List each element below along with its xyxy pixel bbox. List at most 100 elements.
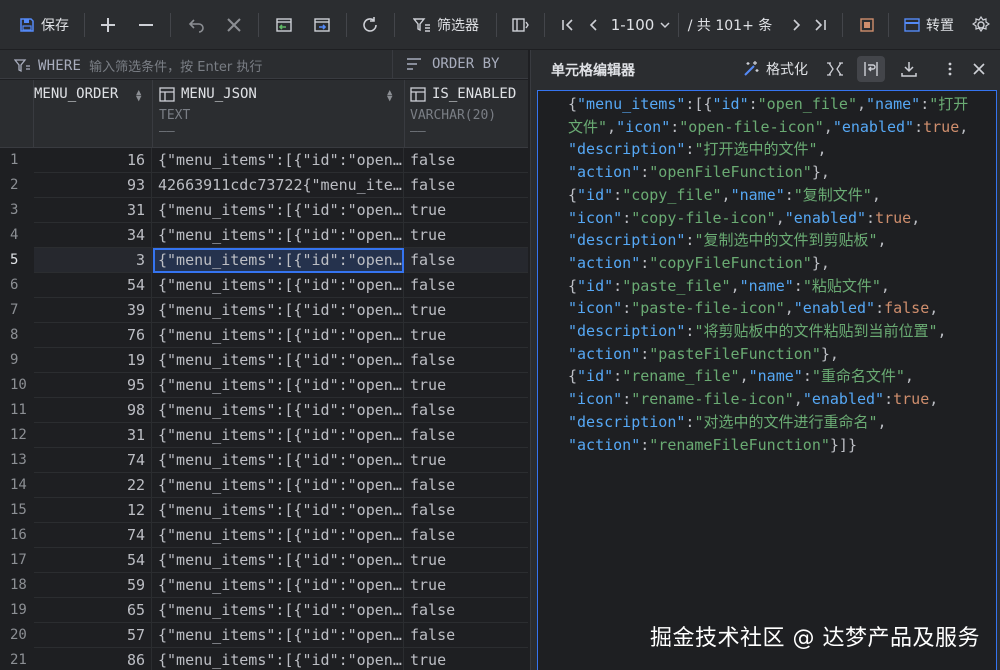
cell-menu-order[interactable]: 54 xyxy=(34,548,152,573)
import-button[interactable] xyxy=(272,0,296,50)
row-number[interactable]: 10 xyxy=(0,373,34,398)
filter-button[interactable]: 筛选器 xyxy=(408,0,484,50)
row-number[interactable]: 8 xyxy=(0,323,34,348)
cell-menu-order[interactable]: 34 xyxy=(34,223,152,248)
add-row-button[interactable] xyxy=(96,0,120,50)
download-button[interactable] xyxy=(897,56,921,82)
page-range-dropdown[interactable]: 1-100 xyxy=(608,0,674,50)
cell-menu-order[interactable]: 86 xyxy=(34,648,152,670)
export-button[interactable] xyxy=(310,0,334,50)
cell-is-enabled[interactable]: true xyxy=(405,448,528,473)
row-number[interactable]: 18 xyxy=(0,573,34,598)
where-filter[interactable]: WHERE 输入筛选条件，按 Enter 执行 xyxy=(14,56,262,75)
sort-icon[interactable]: ▲ ▼ xyxy=(136,89,141,104)
row-number[interactable]: 16 xyxy=(0,523,34,548)
cell-menu-json[interactable]: {"menu_items":[{"id":"open_file", xyxy=(153,323,404,348)
cell-menu-order[interactable]: 59 xyxy=(34,573,152,598)
table-row[interactable]: 53{"menu_items":[{"id":"open_file",false xyxy=(0,248,528,273)
row-number[interactable]: 11 xyxy=(0,398,34,423)
table-row[interactable]: 1095{"menu_items":[{"id":"open_file",tru… xyxy=(0,373,528,398)
cell-menu-json[interactable]: {"menu_items":[{"id":"open_file", xyxy=(153,198,404,223)
table-row[interactable]: 1512{"menu_items":[{"id":"open_file",fal… xyxy=(0,498,528,523)
order-by-filter[interactable]: ORDER BY xyxy=(406,56,499,72)
cell-menu-json[interactable]: {"menu_items":[{"id":"open_file", xyxy=(153,348,404,373)
transpose-button[interactable]: 转置 xyxy=(898,0,960,50)
close-panel-button[interactable] xyxy=(967,56,991,82)
table-row[interactable]: 2057{"menu_items":[{"id":"open_file",fal… xyxy=(0,623,528,648)
row-number[interactable]: 19 xyxy=(0,598,34,623)
cell-menu-json[interactable]: {"menu_items":[{"id":"open_file", xyxy=(153,248,404,273)
json-editor[interactable]: {"menu_items":[{"id":"open_file","name":… xyxy=(537,90,997,670)
cell-menu-order[interactable]: 65 xyxy=(34,598,152,623)
last-page-button[interactable] xyxy=(810,0,830,50)
cell-menu-json[interactable]: {"menu_items":[{"id":"open_file", xyxy=(153,523,404,548)
soft-wrap-button[interactable] xyxy=(857,56,885,82)
json-code[interactable]: {"menu_items":[{"id":"open_file","name":… xyxy=(568,93,993,456)
table-row[interactable]: 1859{"menu_items":[{"id":"open_file",tru… xyxy=(0,573,528,598)
row-number[interactable]: 6 xyxy=(0,273,34,298)
cell-is-enabled[interactable]: false xyxy=(405,473,528,498)
table-row[interactable]: 331{"menu_items":[{"id":"open_file",true xyxy=(0,198,528,223)
view-toggle-button[interactable] xyxy=(508,0,532,50)
row-number[interactable]: 17 xyxy=(0,548,34,573)
more-options-button[interactable] xyxy=(941,56,959,82)
cell-menu-order[interactable]: 12 xyxy=(34,498,152,523)
table-row[interactable]: 2186{"menu_items":[{"id":"open_file",tru… xyxy=(0,648,528,670)
cell-menu-order[interactable]: 19 xyxy=(34,348,152,373)
undo-button[interactable] xyxy=(184,0,208,50)
cell-menu-json[interactable]: {"menu_items":[{"id":"open_file", xyxy=(153,148,404,173)
table-row[interactable]: 654{"menu_items":[{"id":"open_file",fals… xyxy=(0,273,528,298)
cell-is-enabled[interactable]: false xyxy=(405,398,528,423)
cell-menu-order[interactable]: 22 xyxy=(34,473,152,498)
cell-menu-order[interactable]: 93 xyxy=(34,173,152,198)
cell-menu-json[interactable]: {"menu_items":[{"id":"open_file", xyxy=(153,423,404,448)
column-header-menu-order[interactable]: MENU_ORDER ▲ ▼ xyxy=(34,80,153,148)
row-number[interactable]: 4 xyxy=(0,223,34,248)
table-row[interactable]: 919{"menu_items":[{"id":"open_file",fals… xyxy=(0,348,528,373)
cell-menu-json[interactable]: {"menu_items":[{"id":"open_file", xyxy=(153,398,404,423)
cell-is-enabled[interactable]: false xyxy=(405,598,528,623)
cancel-button[interactable] xyxy=(222,0,246,50)
cell-menu-order[interactable]: 16 xyxy=(34,148,152,173)
table-row[interactable]: 2 93 42663911cdc73722{"menu_items" false xyxy=(0,173,528,198)
cell-menu-json[interactable]: {"menu_items":[{"id":"open_file", xyxy=(153,223,404,248)
row-number[interactable]: 21 xyxy=(0,648,34,670)
table-row[interactable]: 739{"menu_items":[{"id":"open_file",true xyxy=(0,298,528,323)
sort-icon[interactable]: ▲ ▼ xyxy=(387,89,392,104)
cell-is-enabled[interactable]: false xyxy=(405,173,528,198)
table-row[interactable]: 1198{"menu_items":[{"id":"open_file",fal… xyxy=(0,398,528,423)
cell-menu-json[interactable]: 42663911cdc73722{"menu_items" xyxy=(153,173,404,198)
row-number[interactable]: 13 xyxy=(0,448,34,473)
save-button[interactable]: 保存 xyxy=(14,0,74,50)
cell-is-enabled[interactable]: false xyxy=(405,348,528,373)
cell-menu-order[interactable]: 31 xyxy=(34,198,152,223)
row-number[interactable]: 12 xyxy=(0,423,34,448)
cell-is-enabled[interactable]: true xyxy=(405,323,528,348)
cell-is-enabled[interactable]: false xyxy=(405,498,528,523)
table-row[interactable]: 116{"menu_items":[{"id":"open_file",fals… xyxy=(0,148,528,173)
row-number[interactable]: 20 xyxy=(0,623,34,648)
next-page-button[interactable] xyxy=(786,0,806,50)
first-page-button[interactable] xyxy=(558,0,578,50)
delete-row-button[interactable] xyxy=(134,0,158,50)
cell-menu-order[interactable]: 3 xyxy=(34,248,152,273)
cell-is-enabled[interactable]: false xyxy=(405,148,528,173)
cell-menu-json[interactable]: {"menu_items":[{"id":"open_file", xyxy=(153,548,404,573)
cell-menu-json[interactable]: {"menu_items":[{"id":"open_file", xyxy=(153,273,404,298)
cell-menu-order[interactable]: 39 xyxy=(34,298,152,323)
cell-menu-json[interactable]: {"menu_items":[{"id":"open_file", xyxy=(153,498,404,523)
cell-is-enabled[interactable]: false xyxy=(405,523,528,548)
table-row[interactable]: 1674{"menu_items":[{"id":"open_file",fal… xyxy=(0,523,528,548)
stop-button[interactable] xyxy=(856,0,878,50)
cell-menu-json[interactable]: {"menu_items":[{"id":"open_file", xyxy=(153,373,404,398)
cell-is-enabled[interactable]: true xyxy=(405,223,528,248)
cell-menu-order[interactable]: 98 xyxy=(34,398,152,423)
table-row[interactable]: 876{"menu_items":[{"id":"open_file",true xyxy=(0,323,528,348)
cell-menu-json[interactable]: {"menu_items":[{"id":"open_file", xyxy=(153,298,404,323)
cell-menu-json[interactable]: {"menu_items":[{"id":"open_file", xyxy=(153,573,404,598)
cell-menu-json[interactable]: {"menu_items":[{"id":"open_file", xyxy=(153,623,404,648)
cell-is-enabled[interactable]: true xyxy=(405,648,528,670)
table-row[interactable]: 1422{"menu_items":[{"id":"open_file",fal… xyxy=(0,473,528,498)
row-number[interactable]: 5 xyxy=(0,248,34,273)
cell-menu-order[interactable]: 74 xyxy=(34,523,152,548)
